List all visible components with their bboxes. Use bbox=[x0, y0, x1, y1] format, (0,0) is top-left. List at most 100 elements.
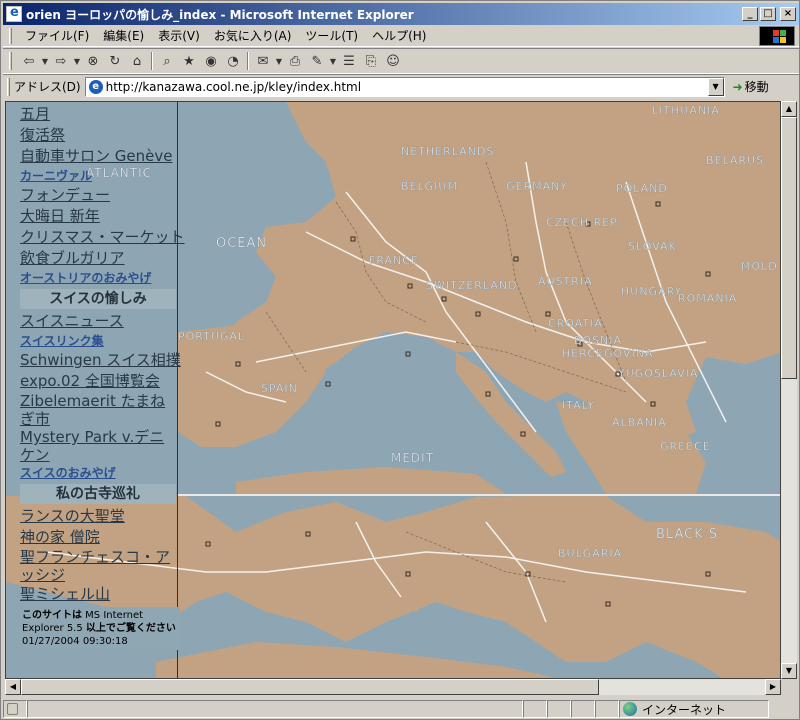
map-label-slovak: SLOVAK bbox=[628, 240, 677, 253]
nav-link[interactable]: Mystery Park v.デニケン bbox=[20, 428, 175, 464]
nav-link[interactable]: 飲食ブルガリア bbox=[20, 248, 177, 269]
map-label-belarus: BELARUS bbox=[706, 154, 764, 167]
menu-edit[interactable]: 編集(E) bbox=[96, 26, 151, 46]
map-label-lithuania: LITHUANIA bbox=[652, 104, 720, 117]
map-label-ocean: OCEAN bbox=[216, 236, 267, 251]
menu-help[interactable]: ヘルプ(H) bbox=[365, 26, 433, 46]
close-button[interactable]: × bbox=[780, 7, 796, 21]
nav-link[interactable]: 五月 bbox=[20, 104, 177, 125]
research-icon[interactable]: ⎘ bbox=[360, 50, 382, 72]
map-label-yugoslavia: YUGOSLAVIA bbox=[617, 367, 698, 380]
mail-dropdown-icon[interactable]: ▼ bbox=[274, 50, 284, 72]
toolbar-separator bbox=[247, 52, 249, 70]
nav-link[interactable]: フォンデュー bbox=[20, 185, 177, 206]
map-label-hercegovina: HERCEGOVINA bbox=[562, 347, 653, 360]
menu-tools[interactable]: ツール(T) bbox=[298, 26, 365, 46]
nav-link[interactable]: 大晦日 新年 bbox=[20, 206, 177, 227]
print-icon[interactable]: ⎙ bbox=[284, 50, 306, 72]
edit-icon[interactable]: ✎ bbox=[306, 50, 328, 72]
nav-link[interactable]: スイスのおみやげ bbox=[20, 464, 177, 482]
address-bar: アドレス(D) e http://kanazawa.cool.ne.jp/kle… bbox=[3, 74, 799, 98]
go-button[interactable]: ➜ 移動 bbox=[733, 78, 769, 95]
ie-app-icon[interactable] bbox=[6, 5, 22, 22]
map-label-albania: ALBANIA bbox=[612, 416, 667, 429]
status-page-icon bbox=[3, 700, 27, 718]
address-url[interactable]: http://kanazawa.cool.ne.jp/kley/index.ht… bbox=[106, 80, 708, 94]
map-label-bosnia: BOSNIA bbox=[574, 334, 622, 347]
home-icon[interactable]: ⌂ bbox=[126, 50, 148, 72]
nav-link[interactable]: スイスニュース bbox=[20, 311, 177, 332]
status-zone: インターネット bbox=[619, 700, 769, 718]
addressbar-grip[interactable] bbox=[7, 77, 10, 96]
menu-favorites[interactable]: お気に入り(A) bbox=[207, 26, 299, 46]
map-label-medit: MEDIT bbox=[391, 451, 434, 465]
minimize-button[interactable]: _ bbox=[742, 7, 758, 21]
address-label: アドレス(D) bbox=[14, 80, 81, 94]
back-dropdown-icon[interactable]: ▼ bbox=[40, 50, 50, 72]
status-cell bbox=[523, 700, 547, 718]
browser-notice: このサイトは MS Internet Explorer 5.5 以上でご覧くださ… bbox=[20, 607, 180, 650]
nav-link[interactable]: 聖ミシェル山 bbox=[20, 584, 177, 605]
address-input[interactable]: e http://kanazawa.cool.ne.jp/kley/index.… bbox=[84, 76, 725, 97]
nav-link[interactable]: 復活祭 bbox=[20, 125, 177, 146]
menu-view[interactable]: 表示(V) bbox=[151, 26, 207, 46]
map-label-czech: CZECH REP. bbox=[546, 216, 621, 229]
window-title: orien ヨーロッパの愉しみ_index - Microsoft Intern… bbox=[26, 7, 414, 22]
scroll-left-icon[interactable]: ◀ bbox=[5, 679, 21, 695]
map-label-croatia: CROATIA bbox=[548, 317, 603, 330]
menubar-grip[interactable] bbox=[9, 27, 12, 44]
map-label-hungary: HUNGARY bbox=[621, 285, 682, 298]
favorites-icon[interactable]: ★ bbox=[178, 50, 200, 72]
last-updated: 01/27/2004 09:30:18 bbox=[22, 636, 128, 647]
map-label-netherlands: NETHERLANDS bbox=[401, 145, 494, 158]
nav-link[interactable]: オーストリアのおみやげ bbox=[20, 269, 177, 287]
messenger-icon[interactable]: ☺ bbox=[382, 50, 404, 72]
status-cell bbox=[571, 700, 595, 718]
nav-link[interactable]: 神の家 僧院 bbox=[20, 527, 177, 548]
vertical-scroll-thumb[interactable] bbox=[781, 117, 797, 379]
maximize-button[interactable]: □ bbox=[760, 7, 776, 21]
nav-link[interactable]: ランスの大聖堂 bbox=[20, 506, 177, 527]
status-cell bbox=[595, 700, 619, 718]
nav-link[interactable]: expo.02 全国博覧会 bbox=[20, 371, 177, 392]
toolbar-separator bbox=[151, 52, 153, 70]
forward-dropdown-icon[interactable]: ▼ bbox=[72, 50, 82, 72]
go-arrow-icon: ➜ bbox=[732, 79, 743, 94]
map-label-austria: AUSTRIA bbox=[538, 275, 593, 288]
media-icon[interactable]: ◉ bbox=[200, 50, 222, 72]
toolbar-grip[interactable] bbox=[9, 52, 12, 70]
nav-link[interactable]: Zibelemaerit たまねぎ市 bbox=[20, 392, 175, 428]
back-arrow-icon[interactable]: ⇦ bbox=[18, 50, 40, 72]
history-icon[interactable]: ◔ bbox=[222, 50, 244, 72]
map-label-black-sea: BLACK S bbox=[656, 527, 718, 542]
horizontal-scrollbar[interactable]: ◀ ▶ bbox=[5, 679, 781, 695]
address-dropdown-icon[interactable]: ▼ bbox=[707, 77, 724, 96]
title-bar[interactable]: orien ヨーロッパの愉しみ_index - Microsoft Intern… bbox=[3, 3, 799, 25]
nav-link[interactable]: クリスマス・マーケット bbox=[20, 227, 185, 248]
nav-link[interactable]: カーニヴァル bbox=[20, 167, 177, 185]
notice-bold: 以上でご覧ください bbox=[85, 623, 176, 634]
search-icon[interactable]: ⌕ bbox=[156, 50, 178, 72]
map-label-moldova: MOLD bbox=[741, 260, 778, 273]
nav-link[interactable]: 聖フランチェスコ・アッシジ bbox=[20, 548, 175, 584]
stop-icon[interactable]: ⊗ bbox=[82, 50, 104, 72]
forward-arrow-icon[interactable]: ⇨ bbox=[50, 50, 72, 72]
browser-window: orien ヨーロッパの愉しみ_index - Microsoft Intern… bbox=[0, 0, 800, 720]
vertical-scrollbar[interactable]: ▲ ▼ bbox=[781, 101, 797, 679]
status-cell bbox=[547, 700, 571, 718]
discuss-icon[interactable]: ☰ bbox=[338, 50, 360, 72]
refresh-icon[interactable]: ↻ bbox=[104, 50, 126, 72]
nav-link[interactable]: 自動車サロン Genève bbox=[20, 146, 177, 167]
menu-file[interactable]: ファイル(F) bbox=[18, 26, 96, 46]
mail-icon[interactable]: ✉ bbox=[252, 50, 274, 72]
nav-link[interactable]: スイスリンク集 bbox=[20, 332, 177, 350]
horizontal-scroll-thumb[interactable] bbox=[21, 679, 599, 695]
edit-dropdown-icon[interactable]: ▼ bbox=[328, 50, 338, 72]
scroll-right-icon[interactable]: ▶ bbox=[765, 679, 781, 695]
notice-bold: このサイトは bbox=[22, 610, 82, 621]
windows-logo-icon bbox=[759, 26, 795, 46]
scroll-up-icon[interactable]: ▲ bbox=[781, 101, 797, 117]
frame-border[interactable] bbox=[178, 494, 780, 496]
scroll-down-icon[interactable]: ▼ bbox=[781, 663, 797, 679]
nav-link[interactable]: Schwingen スイス相撲 bbox=[20, 350, 181, 371]
